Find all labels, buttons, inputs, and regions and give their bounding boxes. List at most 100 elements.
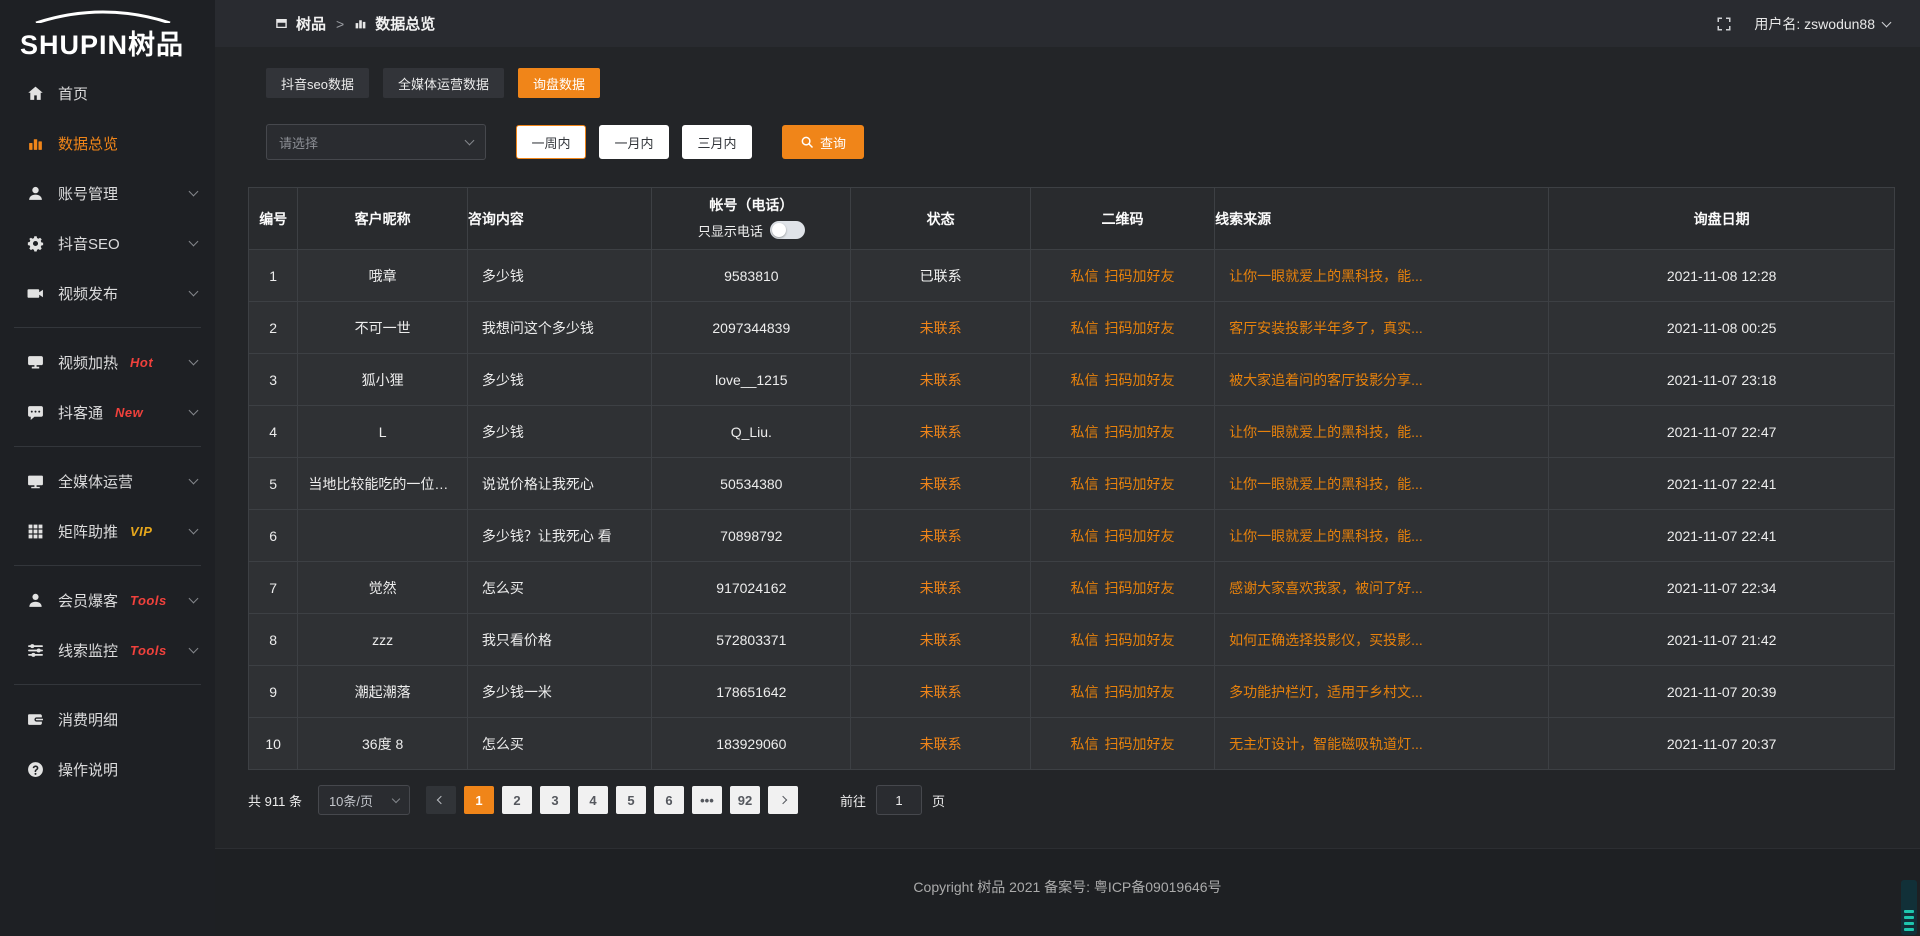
dm-link[interactable]: 私信 [1070,528,1098,544]
page-button-5[interactable]: 5 [616,786,646,814]
scan-add-friend-link[interactable]: 扫码加好友 [1104,268,1174,284]
dm-link[interactable]: 私信 [1070,632,1098,648]
breadcrumb-root[interactable]: 树品 [296,13,326,34]
phone-only-toggle[interactable] [770,221,805,239]
table-row: 2 不可一世 我想问这个多少钱 2097344839 未联系 私信扫码加好友 客… [249,302,1895,354]
scan-add-friend-link[interactable]: 扫码加好友 [1104,528,1174,544]
chevron-down-icon [189,355,199,365]
page-button-4[interactable]: 4 [578,786,608,814]
cell-status: 已联系 [851,250,1030,302]
topbar-right: 用户名: zswodun88 [1716,14,1890,34]
page-size-value: 10条/页 [329,791,373,810]
cell-nickname [298,510,468,562]
tab-douyin-seo-data[interactable]: 抖音seo数据 [266,68,369,98]
source-link[interactable]: 让你一眼就爱上的黑科技，能... [1229,268,1423,284]
filter-select[interactable]: 请选择 [266,124,486,160]
dm-link[interactable]: 私信 [1070,684,1098,700]
dm-link[interactable]: 私信 [1070,580,1098,596]
source-link[interactable]: 无主灯设计，智能磁吸轨道灯... [1229,736,1423,752]
cell-qrcode: 私信扫码加好友 [1030,718,1214,770]
sidebar-item-omnimedia-operation[interactable]: 全媒体运营 [0,456,215,506]
status-text: 未联系 [920,528,962,544]
scan-add-friend-link[interactable]: 扫码加好友 [1104,372,1174,388]
cell-nickname: 狐小狸 [298,354,468,406]
app-root: SHUPIN树品 首页 数据总览 账号管理 抖音SEO [0,0,1920,936]
page-button-3[interactable]: 3 [540,786,570,814]
goto-unit-label: 页 [932,791,945,810]
cell-content: 怎么买 [467,718,651,770]
tab-omnimedia-data[interactable]: 全媒体运营数据 [383,68,504,98]
scan-add-friend-link[interactable]: 扫码加好友 [1104,632,1174,648]
wallet-icon [27,711,44,728]
dm-link[interactable]: 私信 [1070,424,1098,440]
scan-add-friend-link[interactable]: 扫码加好友 [1104,684,1174,700]
chevron-right-icon [779,796,787,804]
sidebar-item-label: 视频加热 [58,352,118,373]
goto-page-input[interactable] [876,785,922,815]
sidebar-divider [14,446,201,447]
prev-page-button[interactable] [426,786,456,814]
dm-link[interactable]: 私信 [1070,736,1098,752]
cell-date: 2021-11-07 20:37 [1549,718,1895,770]
floating-widget[interactable] [1901,880,1917,935]
scan-add-friend-link[interactable]: 扫码加好友 [1104,320,1174,336]
dm-link[interactable]: 私信 [1070,476,1098,492]
sidebar-item-matrix-boost[interactable]: 矩阵助推 VIP [0,506,215,556]
cell-date: 2021-11-07 22:47 [1549,406,1895,458]
query-button[interactable]: 查询 [782,125,864,159]
source-link[interactable]: 让你一眼就爱上的黑科技，能... [1229,424,1423,440]
cell-account: 50534380 [652,458,851,510]
sidebar-item-home[interactable]: 首页 [0,68,215,118]
chevron-down-icon [189,286,199,296]
source-link[interactable]: 被大家追着问的客厅投影分享... [1229,372,1423,388]
source-link[interactable]: 让你一眼就爱上的黑科技，能... [1229,528,1423,544]
scan-add-friend-link[interactable]: 扫码加好友 [1104,476,1174,492]
sidebar-item-video-heating[interactable]: 视频加热 Hot [0,337,215,387]
dm-link[interactable]: 私信 [1070,320,1098,336]
sidebar-item-instructions[interactable]: 操作说明 [0,744,215,794]
period-one-week-button[interactable]: 一周内 [516,125,586,159]
sidebar-item-video-publish[interactable]: 视频发布 [0,268,215,318]
period-three-months-button[interactable]: 三月内 [682,125,752,159]
page-ellipsis[interactable]: ••• [692,786,722,814]
source-link[interactable]: 如何正确选择投影仪，买投影... [1229,632,1423,648]
sidebar-item-label: 抖客通 [58,402,103,423]
source-link[interactable]: 感谢大家喜欢我家，被问了好... [1229,580,1423,596]
scan-add-friend-link[interactable]: 扫码加好友 [1104,736,1174,752]
cell-no: 7 [249,562,298,614]
source-link[interactable]: 让你一眼就爱上的黑科技，能... [1229,476,1423,492]
pagination: 共 911 条 10条/页 1 2 3 4 5 6 ••• 92 前往 页 [248,785,1895,815]
page-button-6[interactable]: 6 [654,786,684,814]
sidebar-item-expense-details[interactable]: 消费明细 [0,694,215,744]
fullscreen-icon[interactable] [1716,16,1732,32]
page-size-select[interactable]: 10条/页 [318,785,410,815]
table-row: 8 zzz 我只看价格 572803371 未联系 私信扫码加好友 如何正确选择… [249,614,1895,666]
cell-no: 4 [249,406,298,458]
sidebar-item-label: 抖音SEO [58,233,120,254]
cell-source: 多功能护栏灯，适用于乡村文... [1215,666,1549,718]
source-link[interactable]: 客厅安装投影半年多了，真实... [1229,320,1423,336]
tab-inquiry-data[interactable]: 询盘数据 [518,68,600,98]
sidebar-item-account-management[interactable]: 账号管理 [0,168,215,218]
col-header-date: 询盘日期 [1549,188,1895,250]
scan-add-friend-link[interactable]: 扫码加好友 [1104,424,1174,440]
page-button-2[interactable]: 2 [502,786,532,814]
next-page-button[interactable] [768,786,798,814]
sidebar-item-member-baoke[interactable]: 会员爆客 Tools [0,575,215,625]
sidebar-item-data-overview[interactable]: 数据总览 [0,118,215,168]
page-button-92[interactable]: 92 [730,786,760,814]
page-button-1[interactable]: 1 [464,786,494,814]
sidebar-item-douketong[interactable]: 抖客通 New [0,387,215,437]
chevron-down-icon [465,136,475,146]
dm-link[interactable]: 私信 [1070,372,1098,388]
cell-source: 让你一眼就爱上的黑科技，能... [1215,510,1549,562]
period-one-month-button[interactable]: 一月内 [599,125,669,159]
user-menu[interactable]: 用户名: zswodun88 [1754,14,1890,34]
scan-add-friend-link[interactable]: 扫码加好友 [1104,580,1174,596]
sidebar-item-lead-monitoring[interactable]: 线索监控 Tools [0,625,215,675]
sidebar-item-douyin-seo[interactable]: 抖音SEO [0,218,215,268]
source-link[interactable]: 多功能护栏灯，适用于乡村文... [1229,684,1423,700]
chevron-down-icon [1882,17,1892,27]
sidebar-item-label: 视频发布 [58,283,118,304]
dm-link[interactable]: 私信 [1070,268,1098,284]
